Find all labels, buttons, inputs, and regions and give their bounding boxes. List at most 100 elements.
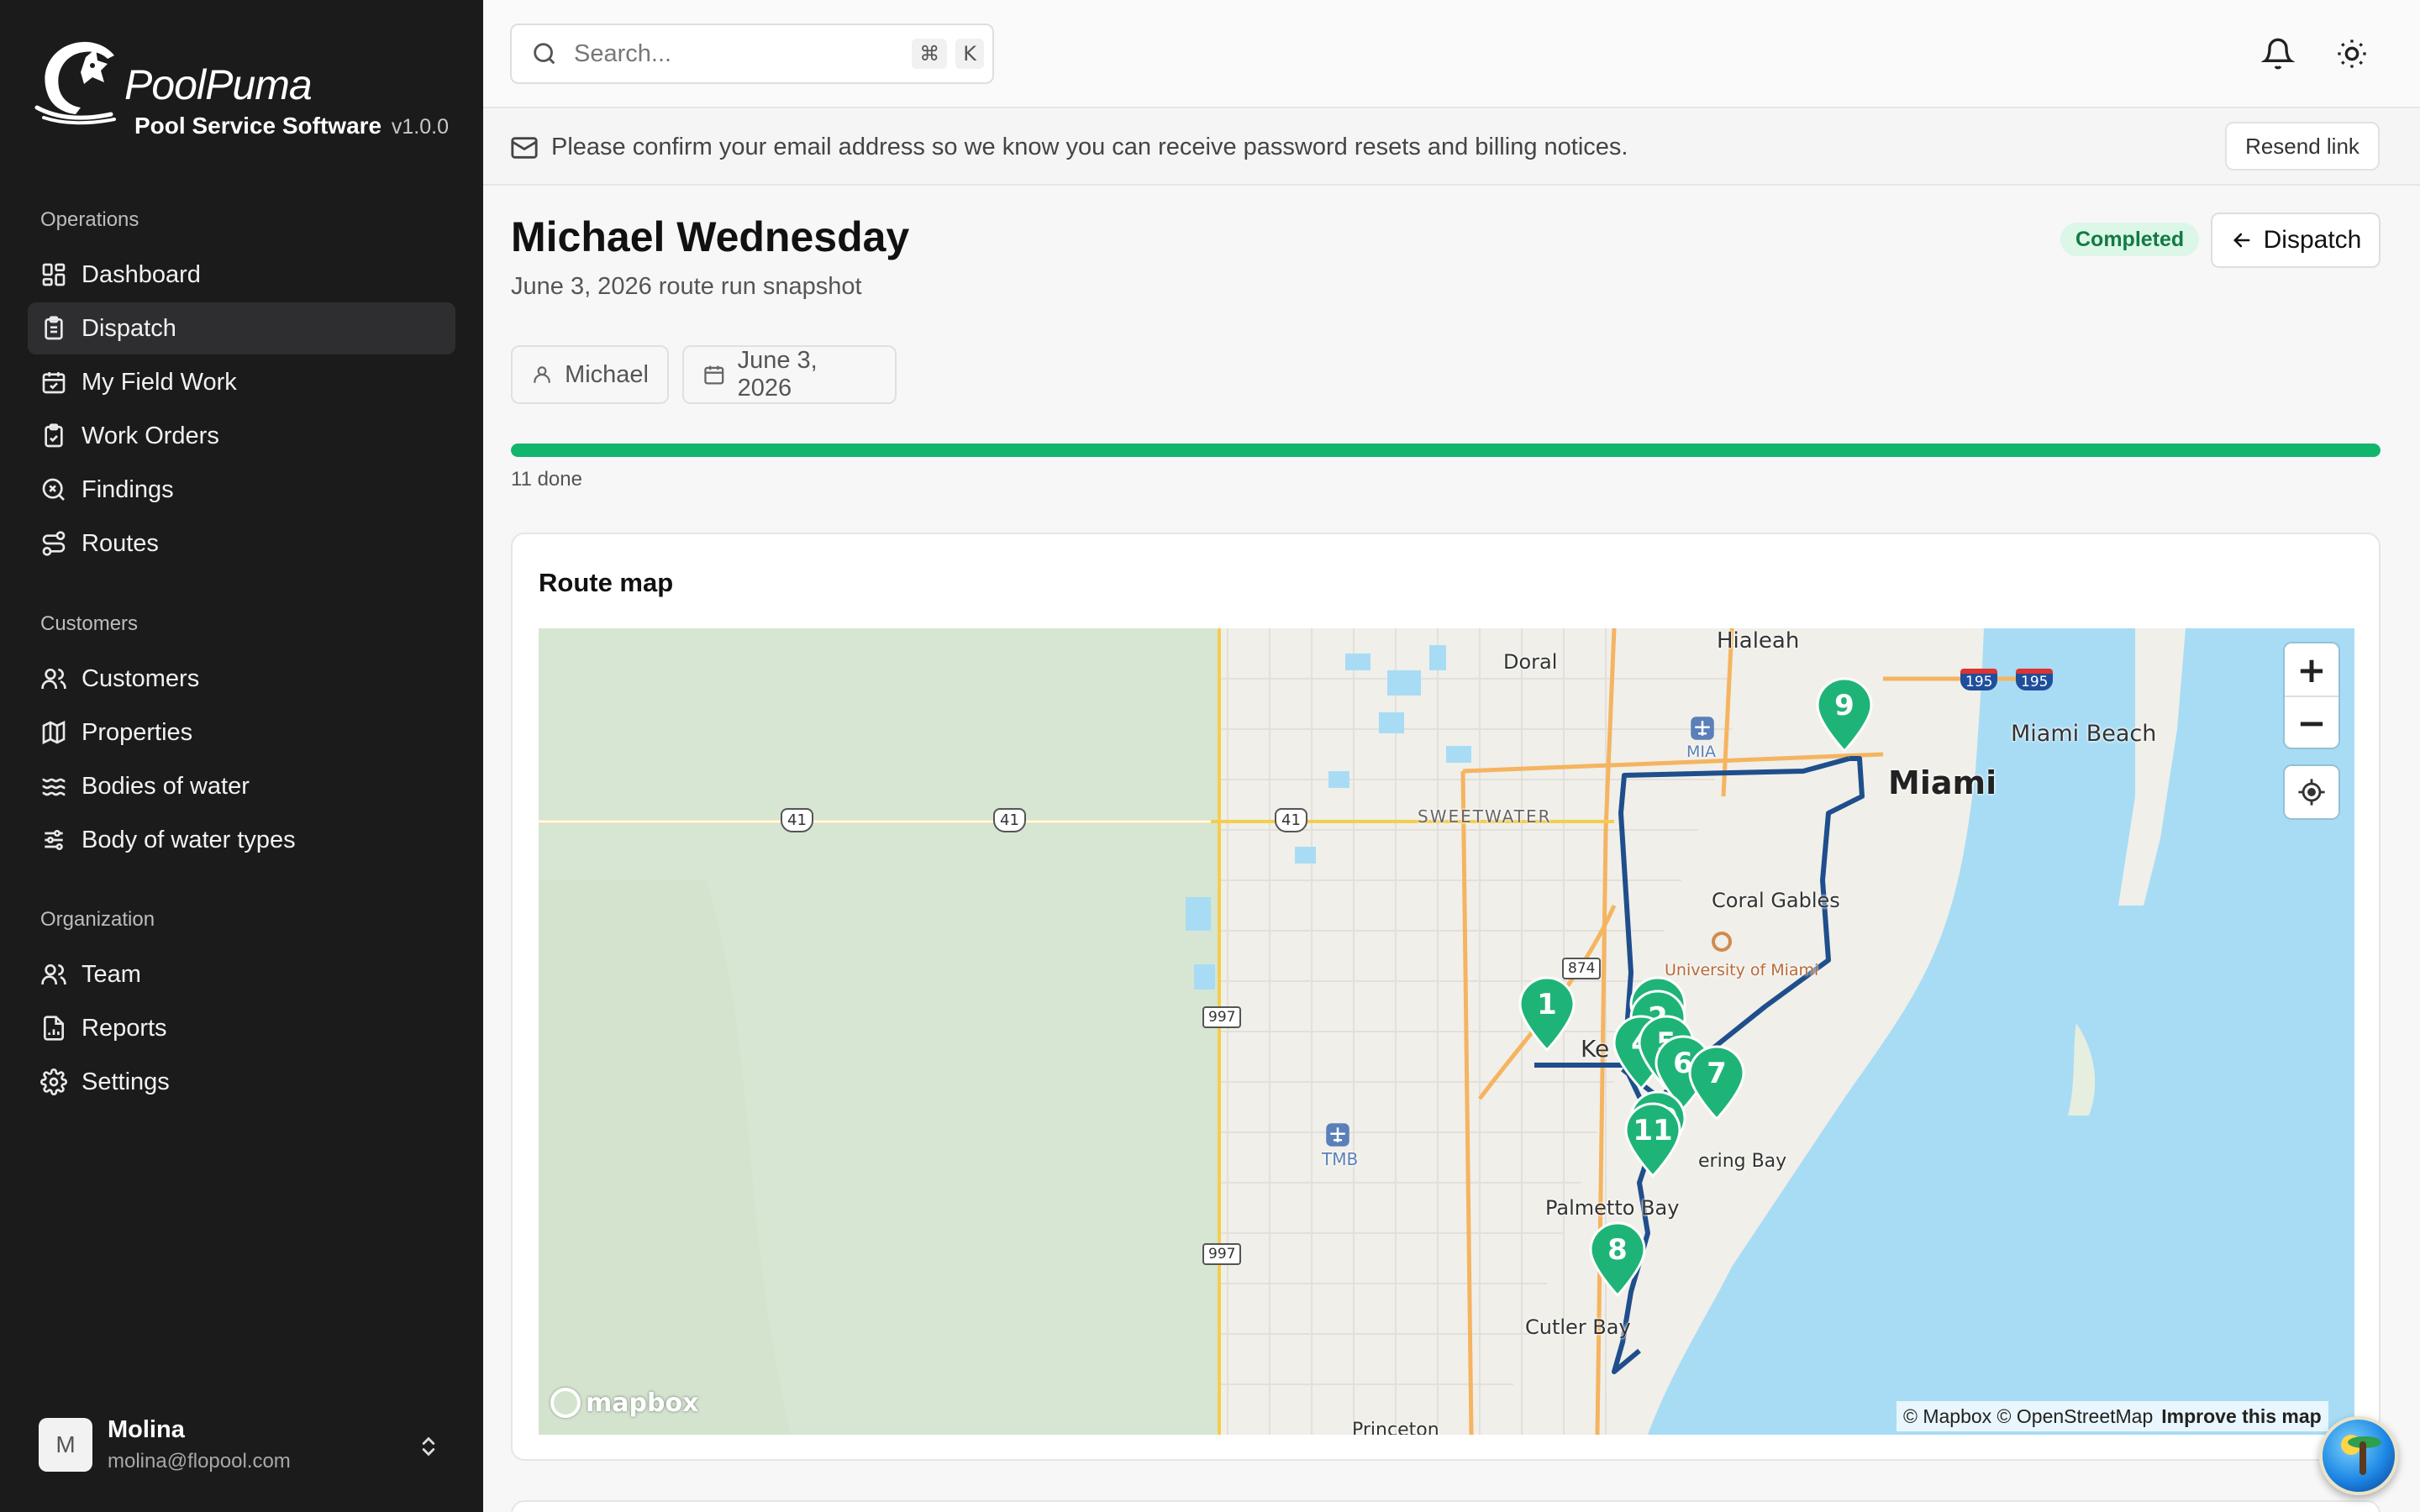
users-icon xyxy=(41,964,66,984)
brand[interactable]: PoolPuma Pool Service Software v1.0.0 xyxy=(30,34,467,151)
sidebar-item-reports[interactable]: Reports xyxy=(28,1002,455,1054)
route-icon xyxy=(42,531,66,556)
sidebar-item-label: Team xyxy=(82,960,141,988)
sidebar-item-bodies-of-water[interactable]: Bodies of water xyxy=(28,760,455,812)
technician-name: Michael xyxy=(565,360,649,388)
route-map-title: Route map xyxy=(539,568,674,597)
sidebar-item-properties[interactable]: Properties xyxy=(28,706,455,759)
status-badge: Completed xyxy=(2060,223,2200,256)
nav-section-operations: Operations xyxy=(40,208,139,231)
assistant-button[interactable] xyxy=(2319,1416,2398,1495)
map-label-cutler-bay: Cutler Bay xyxy=(1525,1315,1631,1339)
sidebar-item-label: Dashboard xyxy=(82,260,201,288)
map-label-pinecrest-bay: ering Bay xyxy=(1698,1151,1787,1172)
map-label-coral-gables: Coral Gables xyxy=(1712,889,1840,912)
next-card xyxy=(511,1500,2381,1512)
route-stop-marker[interactable]: 1 xyxy=(1517,976,1577,1052)
sidebar-item-label: Routes xyxy=(82,529,159,557)
sidebar-item-dispatch[interactable]: Dispatch xyxy=(28,302,455,354)
sidebar-item-customers[interactable]: Customers xyxy=(28,653,455,705)
sidebar-item-body-of-water-types[interactable]: Body of water types xyxy=(28,814,455,866)
map-label-mia: MIA xyxy=(1686,743,1716,761)
mapbox-logo-text: mapbox xyxy=(586,1388,699,1418)
puma-logo-icon xyxy=(34,41,116,125)
topbar: Search... ⌘ K xyxy=(483,0,2420,108)
sidebar-item-work-orders[interactable]: Work Orders xyxy=(28,410,455,462)
sidebar-item-label: Bodies of water xyxy=(82,772,250,800)
sidebar-item-label: Properties xyxy=(82,718,193,746)
route-stop-marker[interactable]: 8 xyxy=(1587,1221,1648,1297)
sidebar-item-findings[interactable]: Findings xyxy=(28,464,455,516)
sun-icon[interactable] xyxy=(2335,37,2369,71)
route-map[interactable]: Hialeah Doral MIA Miami Miami Beach SWEE… xyxy=(539,628,2354,1435)
attribution-text[interactable]: © Mapbox © OpenStreetMap xyxy=(1903,1405,2153,1428)
clipboard-check-icon xyxy=(45,423,63,448)
map-canvas xyxy=(539,628,2354,1435)
sidebar-item-label: Customers xyxy=(82,664,200,692)
airport-icon xyxy=(1691,717,1714,740)
nav-section-organization: Organization xyxy=(40,908,155,931)
chevrons-up-down-icon[interactable] xyxy=(417,1431,440,1462)
route-map-card: Route map Hialeah Doral MIA Miami Miami … xyxy=(511,533,2381,1461)
shortcut-cmd: ⌘ xyxy=(912,39,948,69)
brand-subtitle-text: Pool Service Software xyxy=(134,113,382,139)
sidebar-item-team[interactable]: Team xyxy=(28,948,455,1000)
waves-icon xyxy=(42,778,66,796)
user-name: Molina xyxy=(108,1416,185,1443)
search-input[interactable]: Search... ⌘ K xyxy=(510,24,994,84)
airport-icon xyxy=(1326,1123,1349,1147)
user-menu[interactable]: M Molina molina@flopool.com xyxy=(39,1416,450,1475)
calendar-check-icon xyxy=(42,372,66,394)
map-label-tmb: TMB xyxy=(1322,1149,1359,1169)
route-stop-marker[interactable]: 9 xyxy=(1814,677,1875,753)
sidebar-item-my-field-work[interactable]: My Field Work xyxy=(28,356,455,408)
us41-shield: 41 xyxy=(993,808,1026,832)
zoom-control: + − xyxy=(2285,643,2338,748)
zoom-in-button[interactable]: + xyxy=(2285,643,2338,696)
map-label-palmetto-bay: Palmetto Bay xyxy=(1545,1196,1680,1220)
bell-icon[interactable] xyxy=(2261,37,2295,71)
sidebar-item-label: My Field Work xyxy=(82,368,237,396)
route-progress-fill xyxy=(511,444,2381,457)
brand-subtitle: Pool Service Software v1.0.0 xyxy=(134,113,449,139)
map-label-princeton: Princeton xyxy=(1352,1420,1439,1435)
map-label-miami-beach: Miami Beach xyxy=(2011,721,2157,747)
i195-shield: 195 xyxy=(1960,669,1998,690)
sidebar-item-label: Reports xyxy=(82,1014,167,1042)
sidebar-item-routes[interactable]: Routes xyxy=(28,517,455,570)
us41-shield: 41 xyxy=(781,808,813,832)
sidebar-item-settings[interactable]: Settings xyxy=(28,1056,455,1108)
route-stop-marker[interactable]: 7 xyxy=(1686,1045,1747,1121)
route-stop-marker[interactable]: 11 xyxy=(1623,1102,1683,1178)
geolocate-button[interactable] xyxy=(2285,766,2338,818)
map-attribution: © Mapbox © OpenStreetMap Improve this ma… xyxy=(1897,1401,2328,1431)
dashboard-icon xyxy=(42,263,66,286)
page-subtitle: June 3, 2026 route run snapshot xyxy=(511,273,862,300)
sidebar-item-label: Work Orders xyxy=(82,422,219,449)
map-label-kendall: Ke xyxy=(1581,1035,1610,1063)
sidebar-item-dashboard[interactable]: Dashboard xyxy=(28,249,455,301)
sidebar-item-label: Dispatch xyxy=(82,314,176,342)
sidebar-item-label: Body of water types xyxy=(82,826,296,853)
sr997-shield: 997 xyxy=(1202,1006,1242,1028)
clipboard-icon xyxy=(45,316,63,340)
crosshair-icon xyxy=(2298,779,2325,806)
user-email: molina@flopool.com xyxy=(108,1450,291,1473)
back-to-dispatch-button[interactable]: Dispatch xyxy=(2211,213,2381,268)
route-stop-number: 8 xyxy=(1607,1233,1628,1267)
resend-link-button[interactable]: Resend link xyxy=(2225,122,2380,171)
user-icon xyxy=(534,366,550,383)
zoom-out-button[interactable]: − xyxy=(2285,696,2338,748)
improve-map-link[interactable]: Improve this map xyxy=(2161,1405,2321,1428)
search-icon xyxy=(534,43,555,65)
sidebar-item-label: Settings xyxy=(82,1068,170,1095)
sidebar-item-label: Findings xyxy=(82,475,174,503)
mapbox-logo[interactable]: mapbox xyxy=(550,1388,698,1418)
report-icon xyxy=(44,1016,64,1041)
map-label-sweetwater: SWEETWATER xyxy=(1418,806,1552,827)
palm-trunk-graphic xyxy=(2360,1441,2366,1475)
avatar: M xyxy=(39,1418,92,1472)
sliders-icon xyxy=(45,830,63,850)
users-icon xyxy=(41,669,66,689)
brand-name: PoolPuma xyxy=(124,61,313,108)
